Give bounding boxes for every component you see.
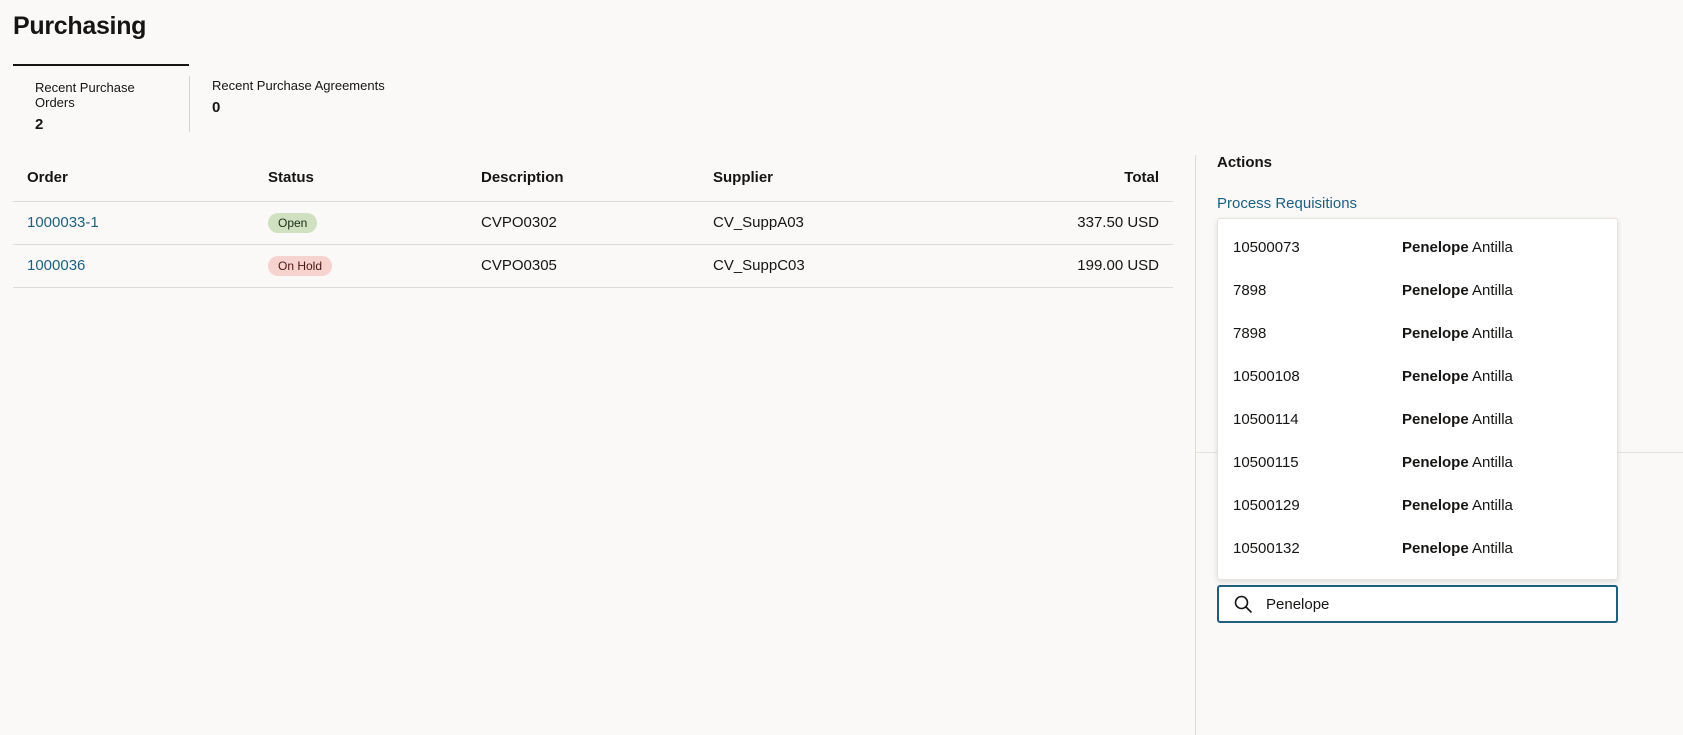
table-row[interactable]: 1000033-1 Open CVPO0302 CV_SuppA03 337.5… [13,201,1173,245]
actions-heading: Actions [1217,154,1273,171]
order-link[interactable]: 1000036 [27,257,85,274]
name-rest: Antilla [1472,411,1513,428]
supplier-cell: CV_SuppC03 [699,244,931,288]
name-match: Penelope [1402,411,1469,428]
suggestion-id: 10500132 [1233,540,1300,557]
name-rest: Antilla [1472,239,1513,256]
header-total[interactable]: Total [931,155,1173,202]
suggestion-item[interactable]: 10500108 Penelope Antilla [1218,355,1617,398]
suggestion-item[interactable]: 10500115 Penelope Antilla [1218,441,1617,484]
suggestion-item[interactable]: 10500132 Penelope Antilla [1218,527,1617,570]
suggestion-item[interactable]: 7898 Penelope Antilla [1218,312,1617,355]
search-suggestions-dropdown: 10500073 Penelope Antilla 7898 Penelope … [1217,218,1618,580]
summary-tabs: Recent Purchase Orders 2 Recent Purchase… [13,64,407,134]
name-match: Penelope [1402,454,1469,471]
name-rest: Antilla [1472,454,1513,471]
name-match: Penelope [1402,282,1469,299]
tab-count: 0 [212,99,221,116]
name-rest: Antilla [1472,368,1513,385]
suggestion-item[interactable]: 7898 Penelope Antilla [1218,269,1617,312]
header-supplier[interactable]: Supplier [699,155,931,202]
name-rest: Antilla [1472,282,1513,299]
header-order[interactable]: Order [13,155,254,202]
table-row[interactable]: 1000036 On Hold CVPO0305 CV_SuppC03 199.… [13,244,1173,288]
name-match: Penelope [1402,239,1469,256]
suggestion-id: 10500129 [1233,497,1300,514]
name-match: Penelope [1402,368,1469,385]
supplier-cell: CV_SuppA03 [699,201,931,245]
search-icon [1234,595,1252,613]
suggestion-id: 10500115 [1233,454,1299,471]
header-description[interactable]: Description [467,155,699,202]
header-status[interactable]: Status [254,155,467,202]
order-link[interactable]: 1000033-1 [27,214,99,231]
description-cell: CVPO0302 [467,201,699,245]
process-requisitions-link[interactable]: Process Requisitions [1217,195,1357,212]
description-cell: CVPO0305 [467,244,699,288]
suggestion-name: Penelope Antilla [1402,454,1513,471]
suggestion-id: 10500108 [1233,368,1300,385]
tab-recent-purchase-agreements[interactable]: Recent Purchase Agreements 0 [190,64,407,134]
status-badge: On Hold [268,255,333,276]
name-match: Penelope [1402,325,1469,342]
search-input[interactable] [1266,595,1586,613]
purchase-orders-table: Order Status Description Supplier Total … [13,155,1173,288]
suggestion-name: Penelope Antilla [1402,540,1513,557]
purchasing-page: Purchasing Recent Purchase Orders 2 Rece… [0,0,1683,735]
name-match: Penelope [1402,540,1469,557]
suggestion-name: Penelope Antilla [1402,282,1513,299]
suggestion-name: Penelope Antilla [1402,325,1513,342]
tab-recent-purchase-orders[interactable]: Recent Purchase Orders 2 [13,64,189,134]
suggestion-name: Penelope Antilla [1402,497,1513,514]
suggestion-item[interactable]: 10500129 Penelope Antilla [1218,484,1617,527]
tab-label: Recent Purchase Agreements [212,78,385,93]
total-cell: 337.50 USD [931,201,1173,245]
suggestion-name: Penelope Antilla [1402,239,1513,256]
page-title: Purchasing [13,12,147,40]
suggestion-id: 10500073 [1233,239,1300,256]
name-match: Penelope [1402,497,1469,514]
search-field[interactable] [1217,585,1618,623]
suggestion-id: 7898 [1233,282,1267,299]
name-rest: Antilla [1472,540,1513,557]
panel-divider [1195,155,1196,735]
status-badge: Open [268,212,318,233]
table-header-row: Order Status Description Supplier Total [13,155,1173,202]
suggestion-name: Penelope Antilla [1402,411,1513,428]
name-rest: Antilla [1472,497,1513,514]
tab-count: 2 [35,116,44,133]
suggestion-item[interactable]: 10500073 Penelope Antilla [1218,226,1617,269]
suggestion-id: 7898 [1233,325,1267,342]
suggestion-name: Penelope Antilla [1402,368,1513,385]
total-cell: 199.00 USD [931,244,1173,288]
suggestion-id: 10500114 [1233,411,1299,428]
name-rest: Antilla [1472,325,1513,342]
tab-label: Recent Purchase Orders [35,80,135,110]
suggestion-item[interactable]: 10500114 Penelope Antilla [1218,398,1617,441]
